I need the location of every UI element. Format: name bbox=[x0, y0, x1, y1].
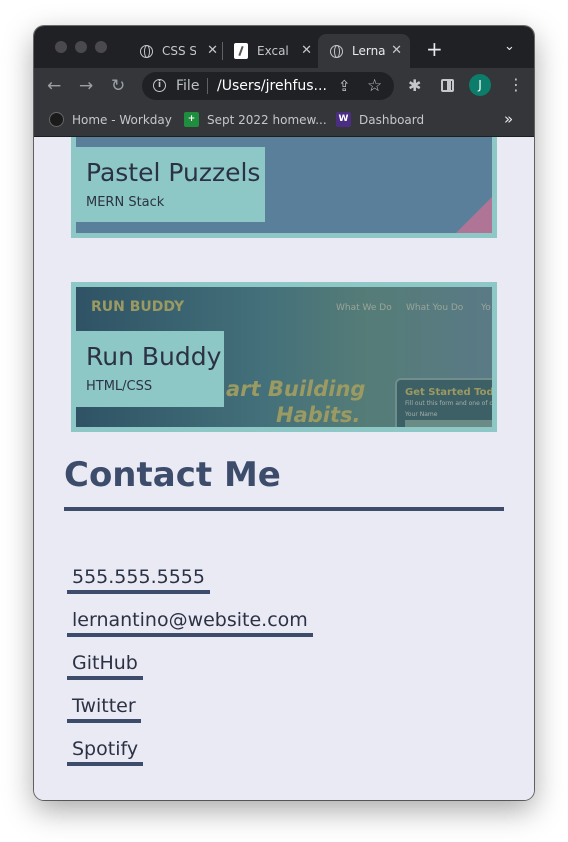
tab-search-chevron-icon[interactable]: ⌄ bbox=[504, 39, 515, 54]
project-tech: HTML/CSS bbox=[86, 379, 153, 394]
contact-phone-link[interactable]: 555.555.5555 bbox=[67, 565, 210, 594]
tab-strip: CSS S ✕ Excal ✕ Lerna ✕ + ⌄ bbox=[34, 26, 534, 68]
tab-title: Excal bbox=[257, 44, 289, 58]
tab-excalidraw[interactable]: Excal ✕ bbox=[228, 34, 320, 68]
run-nav-item: What You Do bbox=[406, 303, 464, 313]
tab-lernantino[interactable]: Lerna ✕ bbox=[318, 34, 410, 68]
run-nav-item: What We Do bbox=[336, 303, 392, 313]
tab-title: Lerna bbox=[352, 44, 386, 58]
url-text[interactable]: /Users/jrehfus... bbox=[217, 78, 329, 94]
run-form-title: Get Started Today bbox=[405, 387, 497, 398]
run-form-subtitle: Fill out this form and one of o bbox=[405, 400, 494, 407]
close-tab-icon[interactable]: ✕ bbox=[391, 43, 402, 58]
side-panel-icon[interactable] bbox=[441, 79, 454, 92]
contact-twitter-link[interactable]: Twitter bbox=[67, 694, 141, 723]
more-menu-icon[interactable]: ⋮ bbox=[508, 75, 524, 94]
project-caption: Run Buddy HTML/CSS bbox=[76, 331, 224, 407]
reload-icon[interactable]: ↻ bbox=[111, 76, 125, 96]
more-bookmarks-icon[interactable]: » bbox=[504, 110, 513, 128]
browser-window: CSS S ✕ Excal ✕ Lerna ✕ + ⌄ ← → ↻ i File… bbox=[34, 26, 534, 800]
bookmark-label: Home - Workday bbox=[72, 112, 172, 127]
tab-divider bbox=[222, 42, 223, 60]
share-icon[interactable]: ⇪ bbox=[338, 77, 351, 95]
close-window-button[interactable] bbox=[55, 41, 67, 53]
run-signup-form: Get Started Today Fill out this form and… bbox=[395, 378, 497, 427]
bookmark-dashboard[interactable]: W Dashboard bbox=[336, 112, 424, 127]
contact-divider bbox=[64, 507, 504, 511]
close-tab-icon[interactable]: ✕ bbox=[301, 43, 312, 58]
new-tab-icon[interactable]: + bbox=[426, 39, 443, 59]
project-title: Pastel Puzzels bbox=[86, 158, 261, 187]
run-slogan: Habits. bbox=[276, 403, 361, 427]
run-form-label: Your Name bbox=[405, 411, 438, 418]
run-nav-item: Yo bbox=[481, 303, 491, 313]
minimize-window-button[interactable] bbox=[75, 41, 87, 53]
run-buddy-logo: RUN BUDDY bbox=[91, 299, 185, 315]
globe-icon bbox=[330, 44, 343, 58]
bookmark-label: Sept 2022 homew... bbox=[207, 112, 327, 127]
excalidraw-icon bbox=[234, 43, 248, 59]
tab-css[interactable]: CSS S ✕ bbox=[134, 34, 226, 68]
contact-email-link[interactable]: lernantino@website.com bbox=[67, 608, 313, 637]
project-title: Run Buddy bbox=[86, 342, 222, 371]
run-form-field bbox=[405, 420, 492, 427]
uw-icon: W bbox=[336, 112, 351, 127]
info-icon[interactable]: i bbox=[153, 79, 166, 92]
contact-spotify-link[interactable]: Spotify bbox=[67, 737, 144, 766]
bookmark-workday[interactable]: Home - Workday bbox=[49, 112, 172, 127]
globe-icon bbox=[140, 44, 153, 58]
extensions-puzzle-icon[interactable]: ✱ bbox=[408, 76, 421, 96]
contact-github-link[interactable]: GitHub bbox=[67, 651, 143, 680]
scheme-label: File bbox=[176, 78, 200, 94]
run-slogan: art Building bbox=[226, 377, 366, 401]
bookmarks-bar: Home - Workday + Sept 2022 homew... W Da… bbox=[34, 104, 534, 137]
bookmark-label: Dashboard bbox=[359, 112, 425, 127]
tab-title: CSS S bbox=[162, 44, 196, 58]
forward-arrow-icon[interactable]: → bbox=[79, 76, 93, 96]
project-tech: MERN Stack bbox=[86, 195, 165, 210]
project-card-pastel-puzzels[interactable]: Pastel Puzzels MERN Stack bbox=[71, 137, 497, 238]
page-viewport: Pastel Puzzels MERN Stack RUN BUDDY What… bbox=[34, 137, 534, 800]
back-arrow-icon[interactable]: ← bbox=[47, 76, 61, 96]
address-divider bbox=[207, 78, 208, 94]
bookmark-star-icon[interactable]: ☆ bbox=[367, 76, 382, 96]
project-card-run-buddy[interactable]: RUN BUDDY What We Do What You Do Yo art … bbox=[71, 282, 497, 432]
browser-toolbar: ← → ↻ i File /Users/jrehfus... ⇪ ☆ ✱ J ⋮ bbox=[34, 68, 534, 104]
profile-avatar[interactable]: J bbox=[469, 74, 491, 96]
project-caption: Pastel Puzzels MERN Stack bbox=[76, 147, 265, 222]
workday-icon bbox=[49, 112, 64, 127]
zoom-window-button[interactable] bbox=[95, 41, 107, 53]
bookmark-sept-homework[interactable]: + Sept 2022 homew... bbox=[184, 112, 327, 127]
sheets-icon: + bbox=[184, 112, 199, 127]
address-bar[interactable]: i File /Users/jrehfus... ⇪ ☆ bbox=[142, 72, 394, 100]
close-tab-icon[interactable]: ✕ bbox=[207, 43, 218, 58]
contact-heading: Contact Me bbox=[64, 455, 281, 495]
